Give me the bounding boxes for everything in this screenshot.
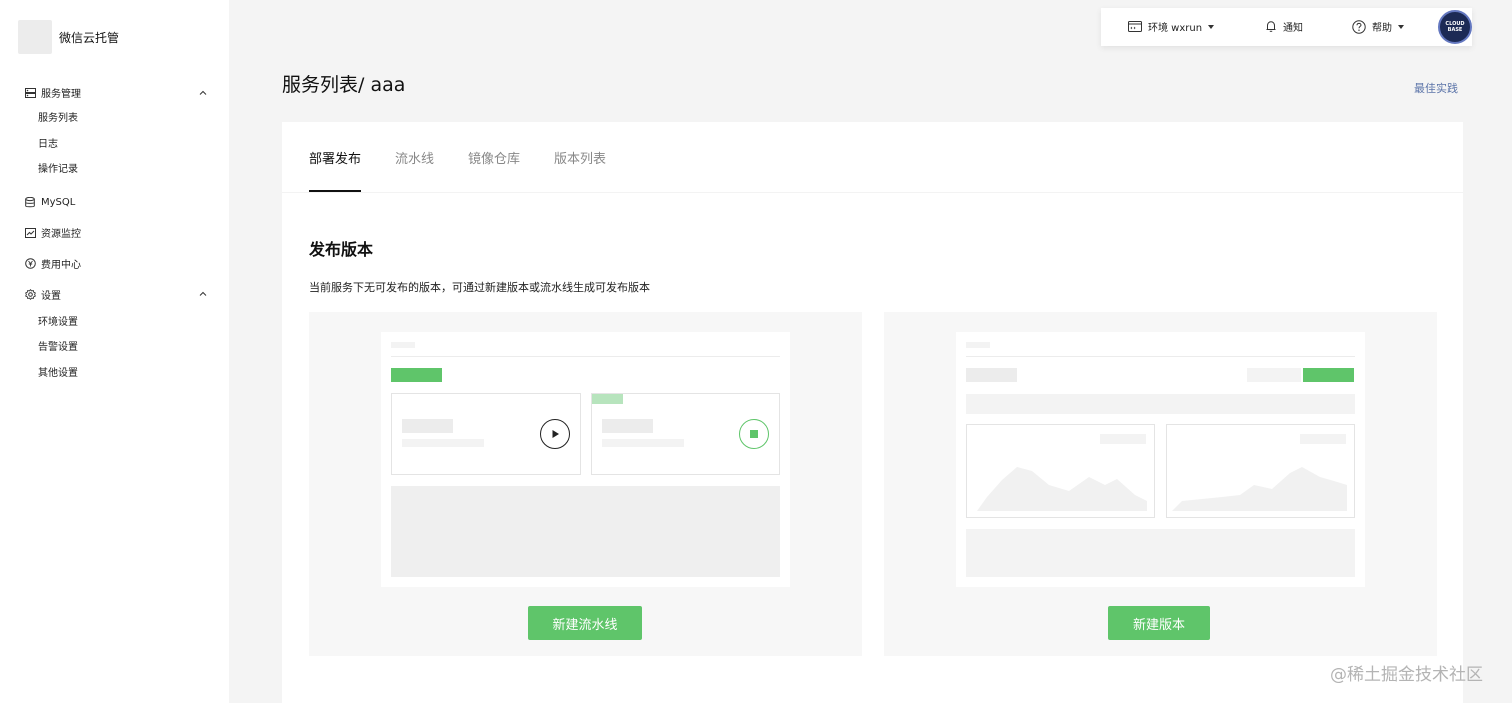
avatar[interactable]: CLOUD BASE: [1438, 10, 1472, 44]
chevron-up-icon: [199, 90, 207, 95]
help-menu[interactable]: 帮助: [1352, 19, 1404, 34]
sidebar-item-alert-settings[interactable]: 告警设置: [0, 335, 229, 361]
yuan-icon: [24, 257, 36, 269]
section-description: 当前服务下无可发布的版本，可通过新建版本或流水线生成可发布版本: [309, 281, 650, 294]
best-practice-link[interactable]: 最佳实践: [1414, 80, 1458, 96]
new-pipeline-button[interactable]: 新建流水线: [528, 606, 642, 640]
caret-down-icon: [1398, 24, 1404, 29]
server-icon: [24, 87, 36, 99]
sidebar-group-label: 设置: [41, 290, 61, 302]
sidebar-group-settings[interactable]: 设置: [0, 279, 229, 310]
database-icon: [24, 196, 36, 208]
sidebar-item-mysql[interactable]: MySQL: [0, 187, 229, 218]
chevron-up-icon: [199, 291, 207, 296]
new-version-button[interactable]: 新建版本: [1108, 606, 1210, 640]
tab-bar: 部署发布 流水线 镜像仓库 版本列表: [309, 122, 640, 192]
pipeline-panel: 新建流水线: [309, 312, 862, 656]
page-title: 服务列表/ aaa: [282, 74, 406, 96]
gear-icon: [24, 288, 36, 300]
version-illustration: [956, 332, 1365, 587]
top-toolbar: 环境 wxrun 通知 帮助 CLOUD BASE: [1101, 8, 1472, 46]
pipeline-illustration: [381, 332, 790, 587]
sidebar-item-other-settings[interactable]: 其他设置: [0, 361, 229, 387]
tab-deploy[interactable]: 部署发布: [309, 122, 362, 192]
notification-button[interactable]: 通知: [1265, 19, 1303, 34]
help-icon: [1352, 19, 1366, 34]
stop-icon: [739, 419, 769, 449]
tab-image-repo[interactable]: 镜像仓库: [468, 122, 520, 192]
env-label: 环境 wxrun: [1148, 23, 1203, 34]
sidebar-item-label: 费用中心: [41, 259, 81, 271]
sidebar-item-label: MySQL: [41, 196, 76, 208]
sidebar-item-env-settings[interactable]: 环境设置: [0, 310, 229, 336]
tab-version-list[interactable]: 版本列表: [554, 122, 606, 192]
env-selector[interactable]: 环境 wxrun: [1128, 19, 1215, 34]
brand-logo: [18, 20, 52, 54]
brand[interactable]: 微信云托管: [18, 20, 119, 54]
caret-down-icon: [1208, 24, 1215, 29]
tab-divider: [282, 192, 1463, 193]
bell-icon: [1266, 21, 1276, 32]
sidebar-group-service[interactable]: 服务管理: [0, 79, 229, 106]
sidebar-item-logs[interactable]: 日志: [0, 132, 229, 158]
tab-pipeline[interactable]: 流水线: [395, 122, 434, 192]
sidebar: 微信云托管 服务管理 服务列表 日志 操作记录 MySQL 资源监控 费用中心 …: [0, 0, 229, 703]
main-card: 部署发布 流水线 镜像仓库 版本列表 发布版本 当前服务下无可发布的版本，可通过…: [282, 122, 1463, 703]
notify-label: 通知: [1283, 23, 1303, 34]
env-icon: [1128, 21, 1142, 32]
brand-name: 微信云托管: [59, 30, 120, 45]
sidebar-item-service-list[interactable]: 服务列表: [0, 106, 229, 132]
sidebar-item-label: 资源监控: [41, 229, 81, 240]
sidebar-nav: 服务管理 服务列表 日志 操作记录 MySQL 资源监控 费用中心 设置 环境设…: [0, 79, 229, 386]
sidebar-item-billing[interactable]: 费用中心: [0, 248, 229, 279]
watermark: @稀土掘金技术社区: [1330, 665, 1483, 685]
monitor-icon: [24, 227, 36, 239]
sidebar-item-operation-log[interactable]: 操作记录: [0, 157, 229, 183]
sidebar-item-monitor[interactable]: 资源监控: [0, 218, 229, 248]
section-title: 发布版本: [309, 240, 374, 259]
play-icon: [540, 419, 570, 449]
sidebar-group-label: 服务管理: [41, 89, 81, 100]
help-label: 帮助: [1372, 23, 1392, 34]
avatar-text-line-2: BASE: [1447, 27, 1463, 33]
version-panel: 新建版本: [884, 312, 1437, 656]
